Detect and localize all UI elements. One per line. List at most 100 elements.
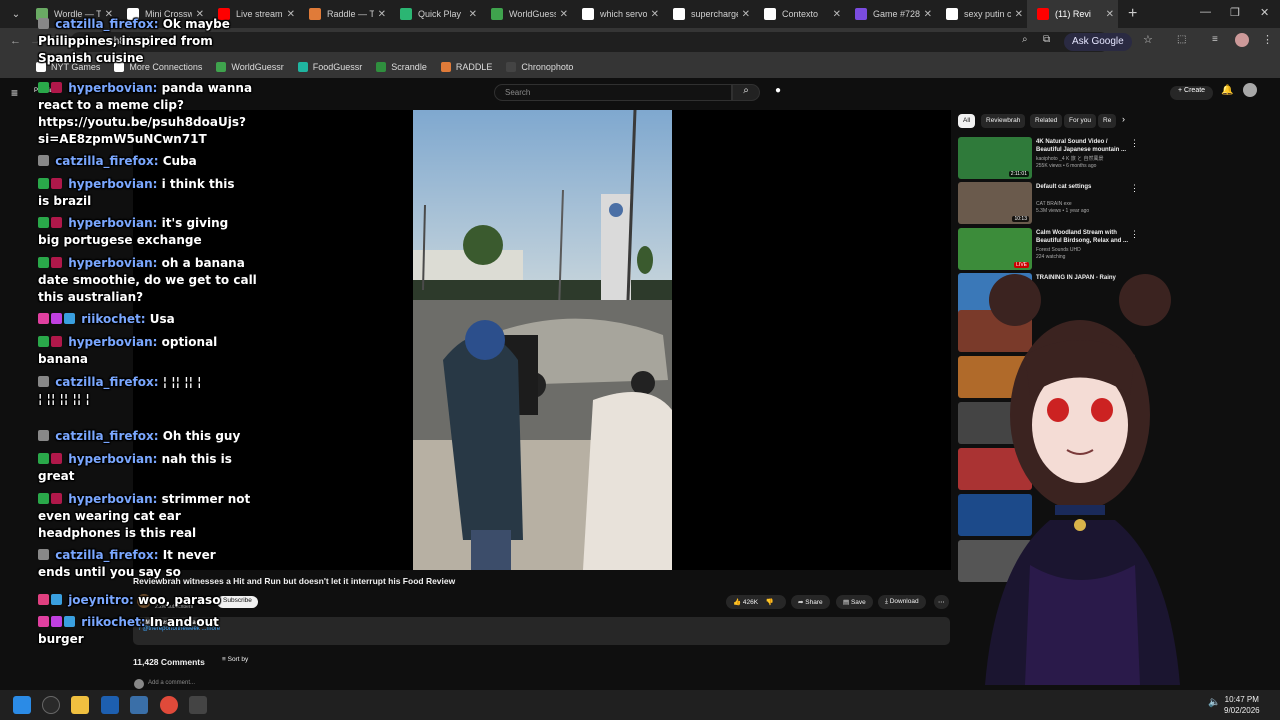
more-options-icon[interactable]: ⋮ (1130, 183, 1139, 194)
recommendation-thumbnail[interactable]: 2:11:01 (958, 137, 1032, 179)
more-actions-button[interactable]: ⋯ (934, 595, 949, 609)
microphone-icon[interactable]: ● (775, 85, 781, 96)
filter-chip[interactable]: Re (1098, 114, 1117, 128)
start-icon[interactable] (13, 696, 31, 714)
share-button[interactable]: ➦ Share (791, 595, 830, 609)
app-icon[interactable] (189, 696, 207, 714)
obs-icon[interactable] (42, 696, 60, 714)
close-tab-icon[interactable]: ✕ (560, 9, 568, 20)
account-avatar[interactable] (1243, 83, 1257, 97)
bookmark-item[interactable]: Chronophoto (506, 62, 573, 72)
search-input[interactable]: Search (494, 84, 732, 101)
more-options-icon[interactable]: ⋮ (1130, 229, 1139, 240)
close-tab-icon[interactable]: ✕ (1106, 9, 1114, 20)
chat-username[interactable]: catzilla_firefox: (55, 548, 158, 562)
recommendation-channel[interactable]: CAT BRAIN exe (1036, 201, 1132, 208)
video-frame[interactable] (413, 110, 672, 570)
search-button[interactable]: ⌕ (732, 84, 760, 101)
close-tab-icon[interactable]: ✕ (924, 9, 932, 20)
browser-tab[interactable]: Raddle — Th ✕ (299, 0, 390, 28)
filter-chip[interactable]: Reviewbrah (981, 114, 1026, 128)
chat-username[interactable]: hyperbovian: (68, 335, 157, 349)
add-comment-input[interactable]: Add a comment... (148, 680, 195, 686)
chat-username[interactable]: catzilla_firefox: (55, 17, 158, 31)
recommendation-channel[interactable]: kaoiphoto _4 K 旅 と 自然風景 (1036, 156, 1132, 163)
description-box[interactable]: 11M views 8 years ago / @thereportofthew… (133, 617, 950, 645)
subscribe-button[interactable]: Subscribe (217, 596, 258, 608)
browser-tab[interactable]: supercharge ✕ (663, 0, 754, 28)
like-dislike-button[interactable]: 👍 426K 👎 (726, 595, 786, 609)
close-tab-icon[interactable]: ✕ (469, 9, 477, 20)
close-tab-icon[interactable]: ✕ (833, 9, 841, 20)
bookmark-star-icon[interactable]: ☆ (1143, 33, 1153, 46)
vscode-icon[interactable] (130, 696, 148, 714)
bookmark-item[interactable]: FoodGuessr (297, 62, 362, 72)
recommendation-thumbnail[interactable]: 10:13 (958, 182, 1032, 224)
browser-tab[interactable]: Contexto ✕ (754, 0, 845, 28)
chat-username[interactable]: joeynitro: (68, 593, 134, 607)
recommendation-title[interactable]: 4K Natural Sound Video / Beautiful Japan… (1036, 138, 1128, 154)
create-button[interactable]: + Create (1170, 86, 1214, 100)
chat-username[interactable]: hyperbovian: (68, 216, 157, 230)
file-explorer-icon[interactable] (71, 696, 89, 714)
store-icon[interactable] (101, 696, 119, 714)
close-tab-icon[interactable]: ✕ (378, 9, 386, 20)
chat-username[interactable]: riikochet: (81, 615, 145, 629)
recommendation-channel[interactable]: Forest Sounds UHD (1036, 247, 1132, 254)
browser-tab[interactable]: (11) Revi ✕ (1027, 0, 1118, 28)
tab-search-button[interactable]: ⌄ (0, 0, 26, 28)
chat-username[interactable]: catzilla_firefox: (55, 375, 158, 389)
tab-search-icon[interactable]: ≡ (1212, 34, 1218, 45)
more-options-icon[interactable]: ⋮ (1130, 138, 1139, 149)
chat-message: hyperbovian: optional (38, 334, 217, 351)
ask-google-button[interactable]: Ask Google (1064, 33, 1132, 51)
bookmark-item[interactable]: WorldGuessr (216, 62, 284, 72)
browser-tab[interactable]: sexy putin c ✕ (936, 0, 1027, 28)
new-tab-button[interactable]: + (1128, 5, 1137, 23)
recommendation-title[interactable]: Calm Woodland Stream with Beautiful Bird… (1036, 229, 1128, 245)
chat-username[interactable]: hyperbovian: (68, 81, 157, 95)
chrome-icon[interactable] (160, 696, 178, 714)
filter-chip[interactable]: For you (1064, 114, 1097, 128)
chat-username[interactable]: hyperbovian: (68, 452, 157, 466)
chat-username[interactable]: hyperbovian: (68, 177, 157, 191)
bookmark-item[interactable]: Scrandle (376, 62, 427, 72)
system-clock[interactable]: 10:47 PM 9/02/2026 (1224, 694, 1260, 716)
recommendation-thumbnail[interactable]: LIVE (958, 228, 1032, 270)
chat-username[interactable]: catzilla_firefox: (55, 429, 158, 443)
address-bar[interactable]: /v=psuh8doaUjs (70, 32, 1110, 52)
chat-username[interactable]: catzilla_firefox: (55, 154, 158, 168)
filter-chip[interactable]: Related (1030, 114, 1063, 128)
close-tab-icon[interactable]: ✕ (742, 9, 750, 20)
zoom-icon[interactable]: ⌕ (1022, 34, 1028, 45)
volume-icon[interactable]: 🔈 (1208, 697, 1220, 708)
chevron-right-icon[interactable]: › (1122, 114, 1125, 124)
chat-username[interactable]: hyperbovian: (68, 492, 157, 506)
save-button[interactable]: ▤ Save (836, 595, 873, 609)
minimize-icon[interactable]: — (1200, 6, 1211, 18)
recommendation-meta: 5.3M views • 1 year ago (1036, 208, 1090, 214)
download-button[interactable]: ⤓ Download (878, 595, 926, 609)
menu-icon[interactable]: ⋮ (1262, 33, 1273, 46)
notifications-icon[interactable]: 🔔 (1221, 85, 1233, 96)
close-tab-icon[interactable]: ✕ (287, 9, 295, 20)
recommendation-title[interactable]: Default cat settings (1036, 183, 1128, 191)
profile-avatar[interactable] (1235, 33, 1249, 47)
close-tab-icon[interactable]: ✕ (1015, 9, 1023, 20)
back-icon[interactable]: ← (10, 35, 21, 47)
chat-username[interactable]: hyperbovian: (68, 256, 157, 270)
bookmark-item[interactable]: RADDLE (440, 62, 492, 72)
close-tab-icon[interactable]: ✕ (651, 9, 659, 20)
hamburger-menu-icon[interactable]: ≡ (11, 86, 18, 100)
chat-username[interactable]: riikochet: (81, 312, 145, 326)
browser-tab[interactable]: which servo ✕ (572, 0, 663, 28)
browser-tab[interactable]: Game #728 ✕ (845, 0, 936, 28)
browser-tab[interactable]: WorldGuess ✕ (481, 0, 572, 28)
close-window-icon[interactable]: ✕ (1260, 6, 1269, 19)
maximize-icon[interactable]: ❐ (1230, 6, 1240, 19)
extensions-icon[interactable]: ⬚ (1177, 34, 1186, 45)
sort-by-button[interactable]: ≡ Sort by (222, 656, 248, 663)
cast-icon[interactable]: ⧉ (1043, 34, 1050, 45)
filter-chip[interactable]: All (958, 114, 976, 128)
browser-tab[interactable]: Quick Play ✕ (390, 0, 481, 28)
